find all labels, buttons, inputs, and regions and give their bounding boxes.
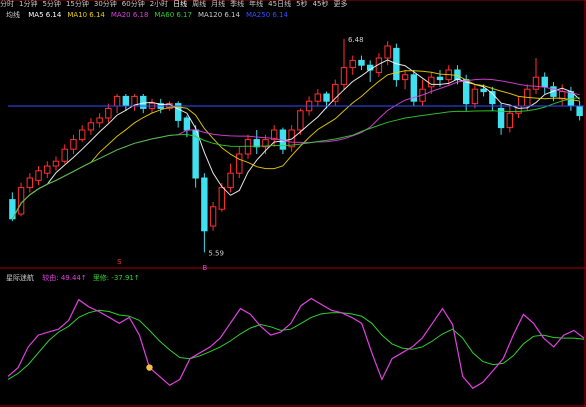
candle-body (44, 165, 51, 174)
buy-marker: B (202, 264, 207, 272)
candle-body (236, 153, 243, 174)
candle-body (436, 76, 444, 81)
candle-body (227, 172, 234, 189)
candle-body (87, 122, 95, 131)
candle-body (209, 206, 217, 227)
candle-body (35, 170, 42, 181)
candle-body (61, 148, 68, 162)
candle-body (558, 91, 566, 100)
kline-chart[interactable]: 6.48 5.59B S (0, 0, 586, 407)
candle-body (70, 139, 77, 150)
candle-body (401, 74, 409, 81)
ma5-line (11, 59, 580, 220)
candle-body (201, 177, 208, 232)
chart-axes (0, 0, 586, 407)
moving-averages (8, 59, 584, 220)
candle-body (480, 88, 487, 93)
candle-body (183, 117, 191, 131)
candle-body (140, 95, 147, 109)
candle-body (96, 117, 103, 124)
candle-body (113, 95, 121, 107)
sell-marker: S (117, 258, 122, 266)
candle-body (506, 112, 514, 129)
osc-legend-item: 里修: -37.91↑ (92, 274, 140, 282)
buy-signal-icon (146, 364, 153, 371)
candle-body (358, 59, 365, 66)
candle-body (462, 79, 470, 105)
candle-body (122, 95, 130, 107)
candle-body (532, 76, 540, 90)
candle-body (105, 107, 112, 119)
candle-body (340, 67, 348, 85)
ma60-line (11, 96, 580, 220)
candle-body (384, 45, 391, 59)
candle-body (576, 105, 583, 117)
candle-body (244, 139, 252, 155)
osc-legend-item: 较由: 49.44↑ (42, 274, 87, 282)
high-price-label: 6.48 (348, 36, 364, 44)
oscillator-panel (7, 297, 585, 389)
sub-legend: 星际迷航 较由: 49.44↑ 里修: -37.91↑ (6, 274, 146, 283)
candle-body (323, 93, 330, 102)
candle-body (26, 177, 34, 189)
candle-body (515, 105, 522, 114)
low-price-label: 5.59 (208, 249, 224, 257)
oscillator-name[interactable]: 星际迷航 (6, 274, 34, 282)
osc-fast-line (7, 297, 585, 389)
candle-body (349, 59, 356, 69)
osc-slow-line (7, 309, 585, 380)
candle-body (471, 88, 479, 105)
candle-body (428, 76, 435, 88)
candle-body (297, 110, 304, 131)
candle-body (52, 160, 60, 167)
candle-body (78, 129, 86, 141)
candle-series (9, 38, 583, 253)
candle-body (541, 76, 548, 88)
candle-body (314, 93, 322, 102)
candle-body (288, 129, 295, 148)
candle-body (218, 187, 226, 210)
